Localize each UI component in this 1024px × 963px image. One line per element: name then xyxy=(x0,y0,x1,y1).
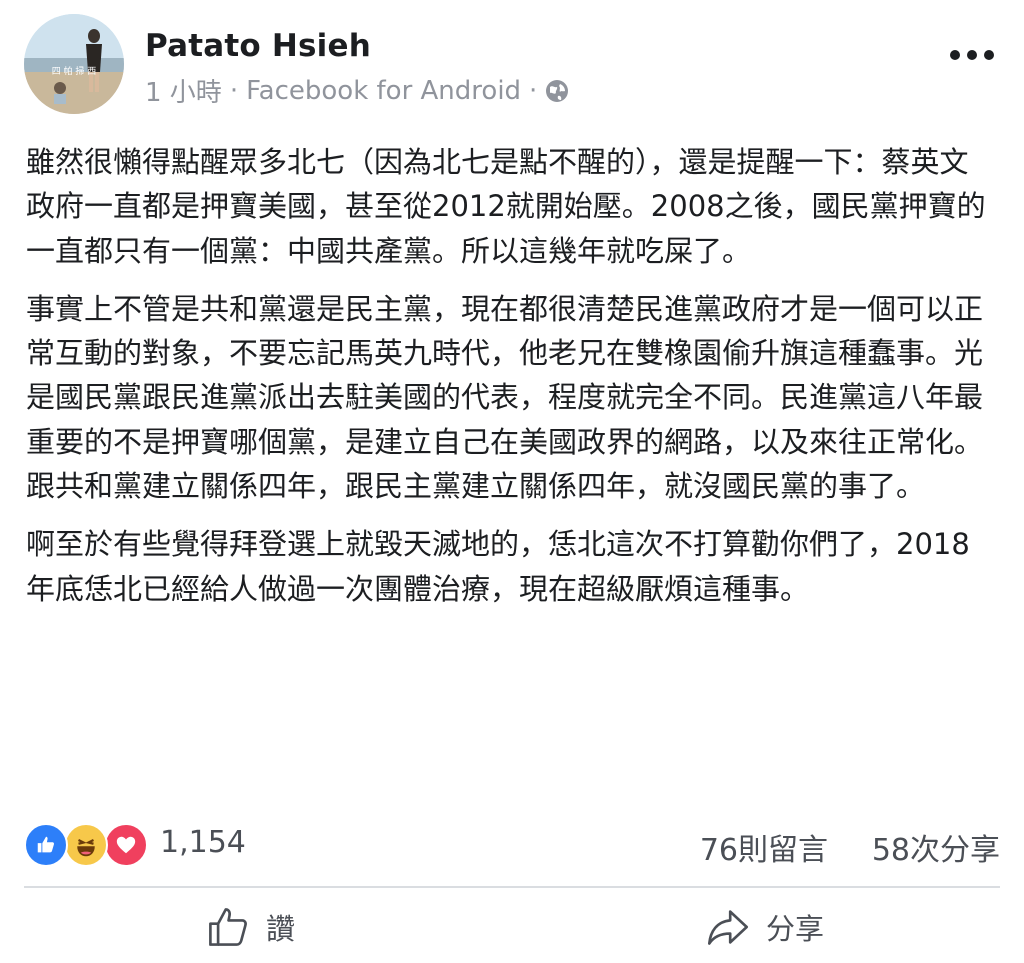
author-name[interactable]: Patato Hsieh xyxy=(145,28,371,64)
thumbs-up-icon xyxy=(209,908,247,946)
haha-reaction-icon xyxy=(64,823,108,867)
globe-icon xyxy=(545,79,569,103)
post-paragraph: 雖然很懶得點醒眾多北七（因為北七是點不醒的），還是提醒一下：蔡英文政府一直都是押… xyxy=(26,145,986,268)
post-actions: 讚 分享 xyxy=(0,890,1024,963)
post-paragraph: 啊至於有些覺得拜登選上就毀天滅地的，恁北這次不打算勸你們了，2018年底恁北已經… xyxy=(26,527,970,606)
post-time[interactable]: 1 小時 xyxy=(145,72,222,109)
comment-count[interactable]: 76則留言 xyxy=(700,825,828,869)
share-arrow-icon xyxy=(707,910,749,945)
post-header: 四 帕 掃 西 Patato Hsieh 1 小時 · Facebook for… xyxy=(0,0,1024,125)
reactions-summary[interactable] xyxy=(24,823,154,867)
share-button-label: 分享 xyxy=(766,912,825,946)
post-meta: 1 小時 · Facebook for Android · xyxy=(145,72,569,109)
meta-separator: · xyxy=(529,75,538,106)
share-count[interactable]: 58次分享 xyxy=(872,825,1000,869)
post-source: Facebook for Android xyxy=(246,75,522,106)
share-button[interactable]: 分享 xyxy=(706,904,824,950)
divider xyxy=(24,886,1000,888)
avatar-photo: 四 帕 掃 西 xyxy=(24,14,124,114)
like-button-label: 讚 xyxy=(266,912,296,946)
like-reaction-icon xyxy=(24,823,68,867)
avatar[interactable]: 四 帕 掃 西 xyxy=(24,14,124,114)
post-body: 雖然很懶得點醒眾多北七（因為北七是點不醒的），還是提醒一下：蔡英文政府一直都是押… xyxy=(26,140,986,625)
post-stats: 1,154 76則留言 58次分享 xyxy=(24,820,1000,870)
more-options-button[interactable] xyxy=(950,40,994,70)
meta-separator: · xyxy=(229,75,239,106)
avatar-caption: 四 帕 掃 西 xyxy=(52,65,97,77)
more-dots-icon xyxy=(950,50,960,60)
love-reaction-icon xyxy=(104,823,148,867)
reaction-count[interactable]: 1,154 xyxy=(160,825,246,860)
post-paragraph: 事實上不管是共和黨還是民主黨，現在都很清楚民進黨政府才是一個可以正常互動的對象，… xyxy=(26,291,984,504)
like-button[interactable]: 讚 xyxy=(206,904,295,950)
